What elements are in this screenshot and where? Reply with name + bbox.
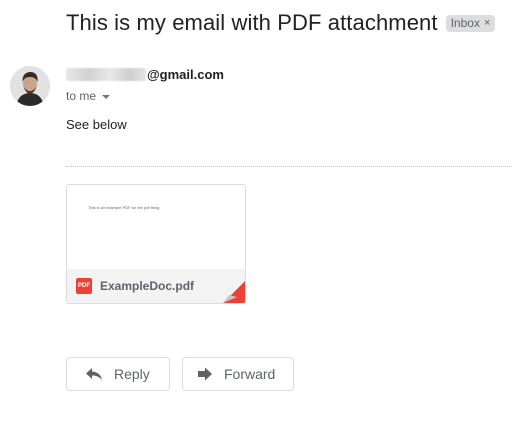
email-body: See below: [66, 117, 127, 132]
forward-button[interactable]: Forward: [182, 357, 294, 391]
reply-button[interactable]: Reply: [66, 357, 170, 391]
attachment-preview-text: This is an example PDF for the pdf thing: [88, 205, 160, 210]
attachment-card[interactable]: This is an example PDF for the pdf thing…: [66, 184, 246, 304]
attachment-divider: [66, 166, 512, 167]
redacted-sender-name: [66, 68, 146, 81]
email-header: This is my email with PDF attachment Inb…: [66, 10, 496, 36]
attachment-filename: ExampleDoc.pdf: [100, 279, 195, 293]
close-icon[interactable]: ×: [484, 17, 490, 29]
inbox-label-text: Inbox: [450, 15, 480, 30]
page-fold-icon: [223, 281, 245, 303]
sender[interactable]: @gmail.com: [66, 67, 224, 82]
forward-label: Forward: [224, 366, 276, 382]
sender-email: @gmail.com: [147, 67, 224, 82]
recipient-details[interactable]: to me: [66, 89, 111, 103]
reply-arrow-icon: [86, 368, 102, 380]
reply-label: Reply: [114, 366, 150, 382]
forward-arrow-icon: [198, 367, 212, 381]
pdf-icon: PDF: [76, 278, 92, 294]
attachment-preview: This is an example PDF for the pdf thing: [67, 185, 245, 270]
avatar[interactable]: [10, 66, 50, 106]
caret-down-icon[interactable]: [102, 94, 111, 99]
avatar-photo: [10, 66, 50, 106]
email-subject: This is my email with PDF attachment: [66, 10, 438, 35]
inbox-label-badge[interactable]: Inbox ×: [445, 14, 496, 32]
recipient-line: to me: [66, 89, 97, 103]
attachment-footer: PDF ExampleDoc.pdf: [67, 269, 245, 303]
